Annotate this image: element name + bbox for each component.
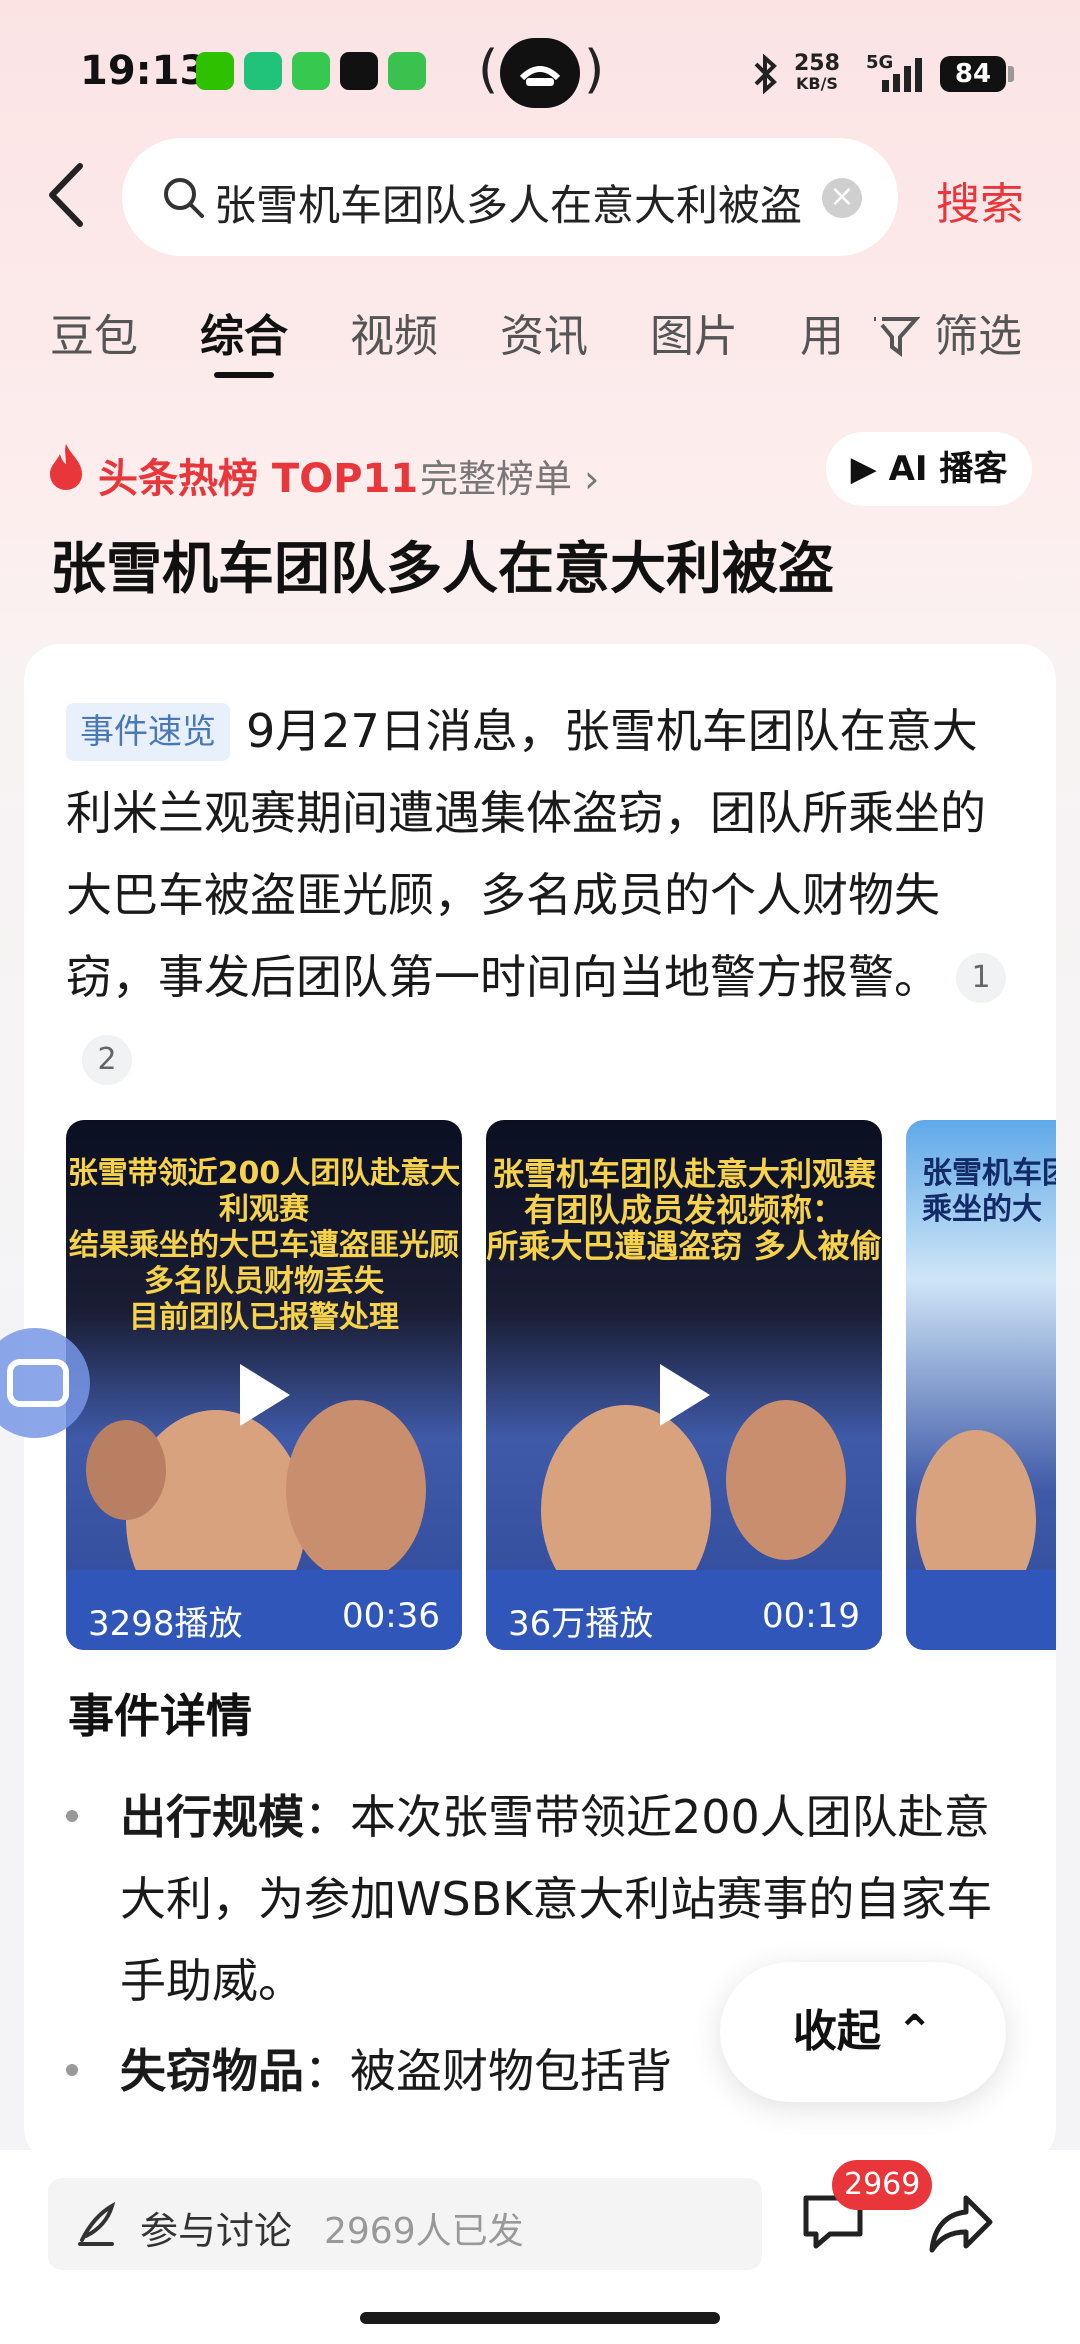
filter-label: 筛选: [934, 311, 1022, 362]
hot-list-label[interactable]: 头条热榜 TOP11: [98, 446, 418, 504]
search-input[interactable]: 张雪机车团队多人在意大利被盗 ×: [122, 138, 898, 256]
battery-cap: [1008, 66, 1014, 82]
detail-text: 被盗财物包括背: [350, 2044, 672, 2098]
event-details-title: 事件详情: [68, 1689, 252, 1743]
ai-podcast-button[interactable]: ▶ AI 播客: [826, 432, 1032, 506]
search-icon: [162, 176, 206, 224]
net-speed-unit: KB/S: [795, 74, 838, 93]
video-title: 张雪机车团队 乘坐的大: [906, 1156, 1056, 1228]
flame-icon: [46, 442, 86, 492]
detail-sep: ：: [304, 1790, 350, 1844]
detail-label: 出行规模: [120, 1790, 304, 1844]
video-card[interactable]: 张雪机车团队 乘坐的大: [906, 1120, 1056, 1650]
tab-news[interactable]: 资讯: [500, 300, 588, 364]
bluetooth-icon: [752, 53, 778, 98]
summary-tag: 事件速览: [66, 703, 230, 761]
video-views: 3298播放: [88, 1604, 243, 1644]
video-title-text: 张雪机车团队 乘坐的大: [922, 1156, 1056, 1227]
bullet-dot: [66, 1810, 78, 1822]
share-icon[interactable]: [928, 2192, 994, 2254]
video-duration: 00:19: [762, 1596, 860, 1636]
discussion-label: 参与讨论: [140, 2209, 293, 2253]
collapse-button[interactable]: 收起 ⌃: [720, 1962, 1006, 2102]
status-time: 19:13: [80, 48, 208, 94]
floating-assistant-icon[interactable]: [0, 1328, 90, 1438]
tiktok-icon: [340, 52, 378, 90]
island-right-bracket: ): [584, 40, 605, 100]
bullet-dot: [66, 2064, 78, 2076]
filter-button[interactable]: 筛选: [870, 300, 1022, 364]
video-card[interactable]: 张雪带领近200人团队赴意大利观赛 结果乘坐的大巴车遭盗匪光顾 多名队员财物丢失…: [66, 1120, 462, 1650]
discussion-count: 2969人已发: [324, 2211, 524, 2252]
home-indicator[interactable]: [360, 2312, 720, 2324]
full-list-link[interactable]: 完整榜单 ›: [420, 448, 599, 503]
video-title-text: 张雪机车团队赴意大利观赛 有团队成员发视频称： 所乘大巴遭遇盗窃 多人被偷: [486, 1155, 882, 1265]
event-summary: 事件速览 9月27日消息，张雪机车团队在意大利米兰观赛期间遭遇集体盗窃，团队所乘坐…: [66, 690, 1016, 1100]
comment-count-badge: 2969: [832, 2160, 933, 2210]
clear-search-icon[interactable]: ×: [822, 178, 862, 218]
category-tabs: 豆包 综合 视频 资讯 图片 用 筛选: [50, 300, 1030, 380]
shield-icon: [388, 52, 426, 90]
battery-level: 84: [940, 56, 1006, 92]
filter-icon: [874, 317, 921, 357]
search-query: 张雪机车团队多人在意大利被盗: [214, 181, 803, 230]
signal-icon: [880, 56, 928, 96]
net-speed-value: 258: [794, 51, 840, 76]
discussion-input[interactable]: 参与讨论 2969人已发: [48, 2178, 762, 2270]
tab-general[interactable]: 综合: [200, 300, 288, 364]
video-views: 36万播放: [508, 1604, 654, 1644]
dynamic-island: [500, 38, 580, 108]
video-title: 张雪机车团队赴意大利观赛 有团队成员发视频称： 所乘大巴遭遇盗窃 多人被偷: [486, 1156, 882, 1264]
tab-video[interactable]: 视频: [350, 300, 438, 364]
search-button[interactable]: 搜索: [936, 168, 1024, 232]
video-title-text: 张雪带领近200人团队赴意大利观赛 结果乘坐的大巴车遭盗匪光顾 多名队员财物丢失…: [67, 1156, 461, 1335]
mi-home-icon: [244, 52, 282, 90]
citation-2[interactable]: 2: [82, 1035, 132, 1085]
tab-doubao[interactable]: 豆包: [50, 300, 138, 364]
tab-images[interactable]: 图片: [650, 300, 738, 364]
wechat-icon: [196, 52, 234, 90]
play-icon: [240, 1364, 290, 1426]
video-duration: 00:36: [342, 1596, 440, 1636]
back-button[interactable]: [40, 160, 100, 230]
tab-users[interactable]: 用: [800, 300, 844, 364]
detail-label: 失窃物品: [120, 2044, 304, 2098]
pen-icon: [78, 2201, 116, 2246]
messages-icon: [292, 52, 330, 90]
video-thumbnail: [906, 1320, 1056, 1650]
citation-1[interactable]: 1: [956, 953, 1006, 1003]
active-tab-indicator: [214, 372, 274, 378]
play-icon: [660, 1364, 710, 1426]
video-title: 张雪带领近200人团队赴意大利观赛 结果乘坐的大巴车遭盗匪光顾 多名队员财物丢失…: [66, 1156, 462, 1336]
island-left-bracket: (: [478, 40, 499, 100]
network-speed: 258 KB/S: [794, 51, 840, 94]
detail-sep: ：: [304, 2044, 350, 2098]
page-title: 张雪机车团队多人在意大利被盗: [50, 537, 834, 602]
video-card[interactable]: 张雪机车团队赴意大利观赛 有团队成员发视频称： 所乘大巴遭遇盗窃 多人被偷 36…: [486, 1120, 882, 1650]
